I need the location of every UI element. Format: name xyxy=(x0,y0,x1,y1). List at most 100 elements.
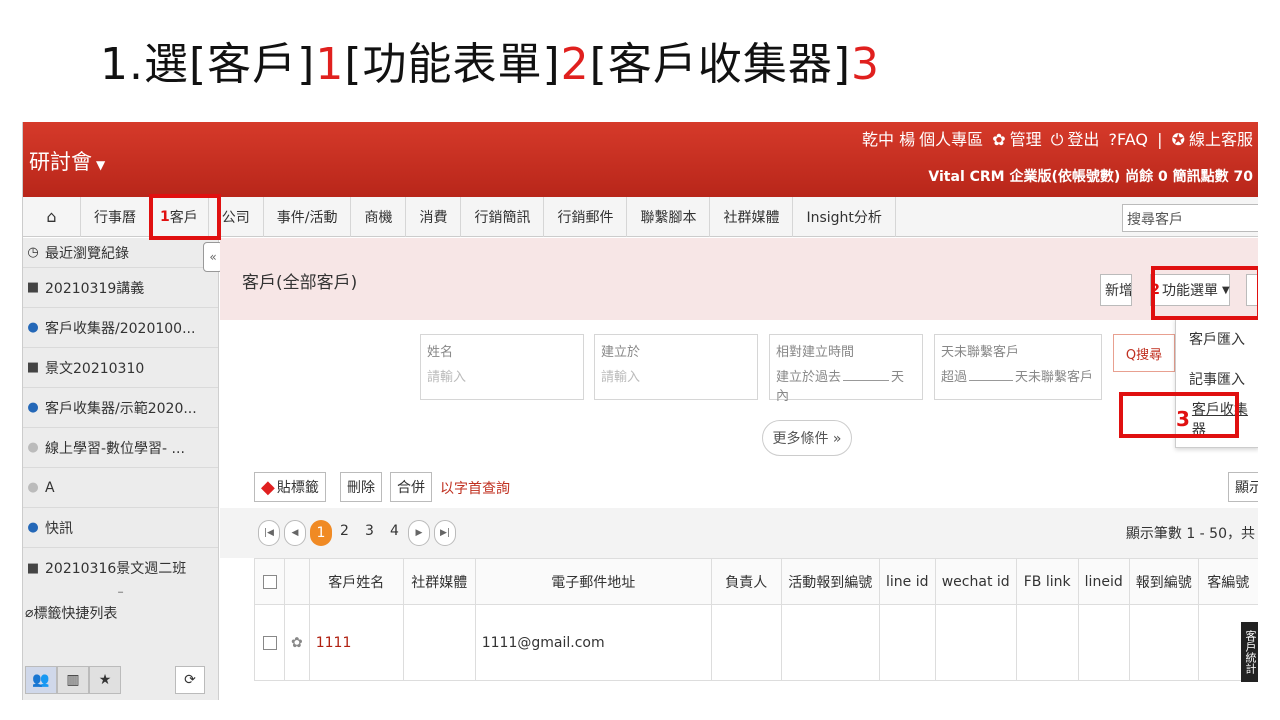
personal-link[interactable]: 個人專區 xyxy=(919,130,983,149)
cell xyxy=(1077,604,1130,681)
col-owner[interactable]: 負責人 xyxy=(710,558,782,605)
nav-calendar[interactable]: 行事曆 xyxy=(81,196,150,237)
col-wechat-id[interactable]: wechat id xyxy=(934,558,1017,605)
customer-name-link[interactable]: 1111 xyxy=(308,604,404,681)
recent-header: ◷ 最近瀏覽紀錄 xyxy=(23,238,218,268)
building-tab-icon[interactable]: ▥ xyxy=(57,666,89,694)
refresh-icon[interactable]: ⟳ xyxy=(175,666,205,694)
filter-value: 請輸入 xyxy=(427,370,467,385)
gear-icon[interactable]: ✿ xyxy=(284,604,310,681)
sidebar-item[interactable]: ■ 20210319講義 xyxy=(23,268,218,308)
action-bar: ◆貼標籤 刪除 合併 以字首查詢 顯示欄位 xyxy=(220,458,1258,508)
new-button[interactable]: 新增 xyxy=(1100,274,1132,306)
col-checkin-no[interactable]: 報到編號 xyxy=(1128,558,1199,605)
customer-stats-tab[interactable]: 客戶統計 xyxy=(1241,622,1258,682)
nav-sms[interactable]: 行銷簡訊 xyxy=(461,196,545,237)
title-step-2: [功能表單] xyxy=(344,39,561,90)
caret-down-icon: ▼ xyxy=(96,158,106,172)
row-checkbox[interactable] xyxy=(254,604,285,681)
col-customer-name[interactable]: 客戶姓名 xyxy=(308,558,404,605)
menu-option-customer-import[interactable]: 客戶匯入 xyxy=(1176,319,1258,359)
page-number[interactable]: 2 xyxy=(340,523,349,539)
filter-label: 相對建立時間 xyxy=(776,345,855,360)
col-social[interactable]: 社群媒體 xyxy=(402,558,476,605)
sidebar-item[interactable]: ● 線上學習-數位學習- ... xyxy=(23,428,218,468)
logout-link[interactable]: 登出 xyxy=(1067,130,1099,149)
title-num-1: 1 xyxy=(315,39,345,90)
merge-button[interactable]: 合併 xyxy=(390,472,432,502)
col-fb-link[interactable]: FB link xyxy=(1015,558,1079,605)
col-event-checkin[interactable]: 活動報到編號 xyxy=(780,558,880,605)
email-cell: 1111@gmail.com xyxy=(474,604,712,681)
customer-search-input[interactable]: 搜尋客戶 xyxy=(1122,204,1258,232)
tag-title: 標籤快捷列表 xyxy=(33,606,118,622)
faq-link[interactable]: ?FAQ xyxy=(1109,130,1148,149)
sidebar-item[interactable]: ■ 20210316景文週二班 xyxy=(23,548,218,588)
customer-table: 客戶姓名 社群媒體 電子郵件地址 負責人 活動報到編號 line id wech… xyxy=(254,558,1258,681)
tag-button[interactable]: ◆ 貼標籤 xyxy=(254,472,326,502)
nav-scripts[interactable]: 聯繫腳本 xyxy=(627,196,711,237)
resize-handle[interactable]: ━ xyxy=(23,588,218,598)
manage-link[interactable]: 管理 xyxy=(1010,130,1042,149)
recent-title: 最近瀏覽紀錄 xyxy=(45,245,129,262)
first-page-icon[interactable]: |◀ xyxy=(258,520,280,546)
power-icon: ⏻ xyxy=(1050,130,1064,149)
alpha-search-link[interactable]: 以字首查詢 xyxy=(440,478,510,498)
record-count: 顯示筆數 1 - 50，共 xyxy=(1125,526,1255,542)
page-number[interactable]: 3 xyxy=(365,523,374,539)
page-header: 客戶(全部客戶) 新增 2 功能選單 ▼ xyxy=(220,238,1258,320)
col-line-id[interactable]: line id xyxy=(878,558,936,605)
select-all-checkbox[interactable] xyxy=(254,558,285,605)
sidebar-item[interactable]: ● 快訊 xyxy=(23,508,218,548)
home-icon[interactable]: ⌂ xyxy=(23,196,81,237)
annotation-box-customers xyxy=(149,194,221,240)
sidebar-item[interactable]: ● 客戶收集器/2020100... xyxy=(23,308,218,348)
delete-button[interactable]: 刪除 xyxy=(340,472,382,502)
cell xyxy=(402,604,476,681)
filter-area: 姓名 請輸入 建立於請輸入 相對建立時間 建立於過去 天內 天未聯繫客戶 超過 天未聯繫客… xyxy=(220,320,1258,456)
nav-social[interactable]: 社群媒體 xyxy=(710,196,794,237)
nav-opportunities[interactable]: 商機 xyxy=(351,196,407,237)
support-link[interactable]: 線上客服 xyxy=(1189,130,1253,149)
tag-shortcuts-header: ⌀ 標籤快捷列表 xyxy=(23,598,218,628)
brand-menu[interactable]: 研討會 ▼ xyxy=(29,146,105,176)
sidebar-item-label: 20210319講義 xyxy=(45,280,145,297)
table-row[interactable]: ✿ 1111 1111@gmail.com xyxy=(254,604,1258,681)
name-filter[interactable]: 姓名 請輸入 xyxy=(420,334,584,400)
crm-screenshot: 研討會 ▼ 乾中 楊個人專區 ✿ 管理 ⏻ 登出 ?FAQ | ✪ 線上客服 Vital… xyxy=(22,122,1258,700)
cell xyxy=(878,604,936,681)
page-current[interactable]: 1 xyxy=(310,520,332,546)
sidebar-item[interactable]: ● 客戶收集器/示範2020... xyxy=(23,388,218,428)
nav-email[interactable]: 行銷郵件 xyxy=(544,196,628,237)
no-contact-filter[interactable]: 天未聯繫客戶 超過 天未聯繫客戶 xyxy=(934,334,1102,400)
people-tab-icon[interactable]: 👥 xyxy=(25,666,57,694)
filter-value: 超過 xyxy=(941,370,968,385)
star-tab-icon[interactable]: ★ xyxy=(89,666,121,694)
nav-events[interactable]: 事件/活動 xyxy=(264,196,352,237)
next-page-icon[interactable]: ▶ xyxy=(408,520,430,546)
pagination: |◀ ◀ 1 2 3 4 ▶ ▶| 顯示筆數 1 - 50，共 xyxy=(220,508,1258,558)
more-conditions-button[interactable]: 更多條件 » xyxy=(762,420,852,456)
col-email[interactable]: 電子郵件地址 xyxy=(474,558,712,605)
nav-insight[interactable]: Insight分析 xyxy=(793,196,896,237)
filter-label: 建立於 xyxy=(601,345,641,360)
page-number[interactable]: 4 xyxy=(390,523,399,539)
edition-info: Vital CRM 企業版(依帳號數) 尚餘 0 簡訊點數 70 xyxy=(928,169,1253,185)
title-num-2: 2 xyxy=(560,39,590,90)
col-customer-no[interactable]: 客編號 xyxy=(1197,558,1258,605)
last-page-icon[interactable]: ▶| xyxy=(434,520,456,546)
columns-button[interactable]: 顯示欄位 xyxy=(1228,472,1258,502)
sidebar: ◷ 最近瀏覽紀錄 ■ 20210319講義 ● 客戶收集器/2020100... ■ 景… xyxy=(23,238,219,700)
search-button[interactable]: Q搜尋 xyxy=(1113,334,1175,372)
nav-consumption[interactable]: 消費 xyxy=(406,196,462,237)
user-name: 乾中 楊 xyxy=(862,130,916,149)
prev-page-icon[interactable]: ◀ xyxy=(284,520,306,546)
relative-created-filter[interactable]: 相對建立時間 建立於過去 天內 xyxy=(769,334,923,404)
sidebar-item[interactable]: ■ 景文20210310 xyxy=(23,348,218,388)
created-filter[interactable]: 建立於 請輸入 xyxy=(594,334,758,400)
sidebar-item[interactable]: ● A xyxy=(23,468,218,508)
filter-blank xyxy=(969,380,1014,381)
sidebar-item-label: A xyxy=(45,479,55,496)
filter-value: 請輸入 xyxy=(601,370,641,385)
col-lineid[interactable]: lineid xyxy=(1077,558,1130,605)
